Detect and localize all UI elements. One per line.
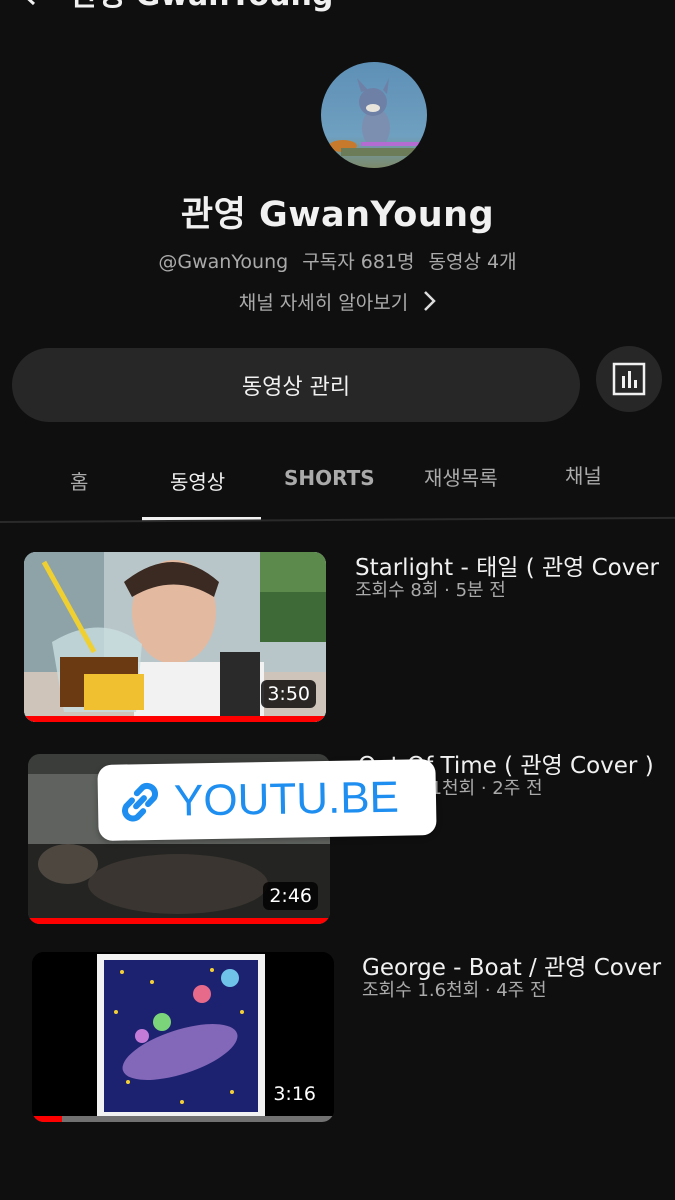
- tab-videos[interactable]: 동영상: [170, 466, 225, 495]
- analytics-icon: [612, 362, 646, 396]
- watch-progress-bar: [24, 716, 326, 722]
- link-icon: [122, 782, 159, 822]
- channel-tabs: 홈 동영상 SHORTS 재생목록 채널: [0, 440, 675, 520]
- video-meta: 조회수 8회 · 5분 전: [355, 580, 506, 601]
- channel-meta: @GwanYoung 구독자 681명 동영상 4개: [0, 247, 675, 274]
- top-bar: 관영 GwanYoung: [0, 0, 675, 24]
- watch-progress-bar: [32, 1116, 62, 1122]
- channel-handle: @GwanYoung: [158, 251, 289, 273]
- link-sticker[interactable]: YOUTU.BE: [97, 759, 437, 841]
- channel-avatar[interactable]: [321, 62, 427, 168]
- channel-about-link[interactable]: 채널 자세히 알아보기: [0, 288, 675, 315]
- watch-progress-bar: [28, 918, 330, 924]
- cartoon-cat-icon: [329, 78, 421, 156]
- subscriber-count: 구독자 681명: [302, 251, 415, 273]
- chevron-right-icon: [422, 290, 436, 315]
- tab-home[interactable]: 홈: [70, 466, 88, 495]
- video-duration: 2:46: [263, 882, 318, 910]
- sticker-label: YOUTU.BE: [173, 772, 400, 826]
- tab-shorts[interactable]: SHORTS: [284, 466, 375, 490]
- analytics-button[interactable]: [596, 346, 662, 412]
- video-meta: 조회수 1.6천회 · 4주 전: [362, 980, 547, 1001]
- video-item[interactable]: 3:16 George - Boat / 관영 Cover 조회수 1.6천회 …: [0, 950, 675, 1125]
- video-thumbnail[interactable]: 3:50: [24, 552, 326, 722]
- video-duration: 3:16: [267, 1080, 322, 1108]
- manage-videos-button[interactable]: 동영상 관리: [12, 348, 580, 422]
- video-count: 동영상 4개: [428, 251, 517, 273]
- channel-name: 관영 GwanYoung: [180, 195, 495, 235]
- about-label: 채널 자세히 알아보기: [238, 292, 409, 314]
- video-item[interactable]: 3:50 Starlight - 태일 ( 관영 Cover 조회수 8회 · …: [0, 550, 675, 725]
- video-thumbnail[interactable]: 3:16: [32, 952, 334, 1122]
- tab-channels[interactable]: 채널: [565, 460, 602, 489]
- video-duration: 3:50: [261, 680, 316, 708]
- back-arrow-icon[interactable]: [14, 0, 40, 6]
- tab-playlists[interactable]: 재생목록: [424, 462, 498, 491]
- top-bar-title: 관영 GwanYoung: [70, 0, 333, 14]
